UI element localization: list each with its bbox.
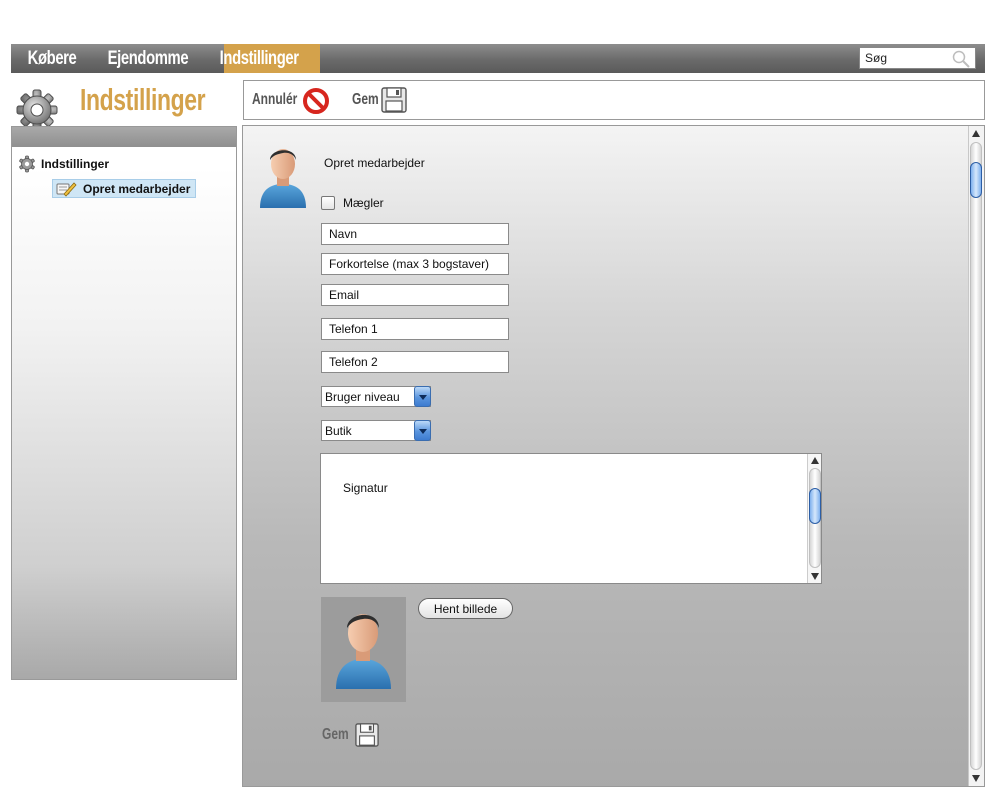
scroll-up-arrow-icon[interactable] <box>811 457 819 464</box>
tree-item-create-employee-label: Opret medarbejder <box>83 181 191 196</box>
scroll-thumb[interactable] <box>970 162 982 198</box>
abbreviation-field[interactable] <box>321 253 509 275</box>
cancel-icon[interactable] <box>302 87 330 118</box>
name-field[interactable] <box>321 223 509 245</box>
settings-tree-panel: Indstillinger Opret medarbejder <box>11 126 237 680</box>
floppy-disk-icon[interactable] <box>355 722 379 748</box>
scroll-down-arrow-icon[interactable] <box>811 573 819 580</box>
fetch-image-button[interactable]: Hent billede <box>418 598 513 619</box>
user-level-value: Bruger niveau <box>325 390 400 404</box>
gear-icon <box>19 155 35 173</box>
top-nav-bar: Købere Ejendomme Indstillinger <box>11 44 985 73</box>
scroll-down-arrow-icon[interactable] <box>972 775 980 782</box>
employee-photo <box>321 597 406 702</box>
phone1-field[interactable] <box>321 318 509 340</box>
signature-scrollbar[interactable] <box>807 454 821 583</box>
nav-item-buyers[interactable]: Købere <box>23 44 81 73</box>
search-icon[interactable] <box>951 49 971 69</box>
email-field[interactable] <box>321 284 509 306</box>
tree-item-settings[interactable]: Indstillinger <box>18 155 109 173</box>
user-level-select[interactable]: Bruger niveau <box>321 386 431 407</box>
floppy-disk-icon[interactable] <box>381 87 407 116</box>
broker-checkbox-row[interactable]: Mægler <box>321 196 384 210</box>
form-title: Opret medarbejder <box>324 156 425 170</box>
employee-form-panel: Opret medarbejder Mægler Bruger niveau B… <box>242 125 985 787</box>
tree-item-settings-label: Indstillinger <box>41 157 110 171</box>
tree-item-create-employee[interactable]: Opret medarbejder <box>52 179 196 198</box>
main-scrollbar[interactable] <box>968 126 984 786</box>
scroll-up-arrow-icon[interactable] <box>972 130 980 137</box>
scroll-thumb[interactable] <box>809 488 821 524</box>
shop-select[interactable]: Butik <box>321 420 431 441</box>
save-button[interactable]: Gem <box>352 91 379 109</box>
chevron-down-icon[interactable] <box>414 420 431 441</box>
action-toolbar: Annulér Gem <box>243 80 985 120</box>
chevron-down-icon[interactable] <box>414 386 431 407</box>
phone2-field[interactable] <box>321 351 509 373</box>
bottom-save-button[interactable]: Gem <box>322 722 379 748</box>
cancel-button[interactable]: Annulér <box>252 91 297 109</box>
page-title: Indstillinger <box>80 82 206 117</box>
broker-checkbox-label: Mægler <box>343 196 384 210</box>
signature-placeholder: Signatur <box>343 481 388 495</box>
signature-textarea[interactable]: Signatur <box>320 453 822 584</box>
edit-pencil-icon <box>56 181 77 197</box>
scroll-track[interactable] <box>970 142 982 770</box>
search-input[interactable]: Søg <box>865 51 887 65</box>
broker-checkbox[interactable] <box>321 196 335 210</box>
bottom-save-label: Gem <box>322 726 349 743</box>
nav-item-properties[interactable]: Ejendomme <box>103 44 193 73</box>
tree-panel-header <box>12 127 236 147</box>
search-box[interactable]: Søg <box>859 47 976 69</box>
nav-item-settings[interactable]: Indstillinger <box>215 44 303 73</box>
shop-value: Butik <box>325 424 352 438</box>
user-avatar-icon <box>258 144 308 208</box>
